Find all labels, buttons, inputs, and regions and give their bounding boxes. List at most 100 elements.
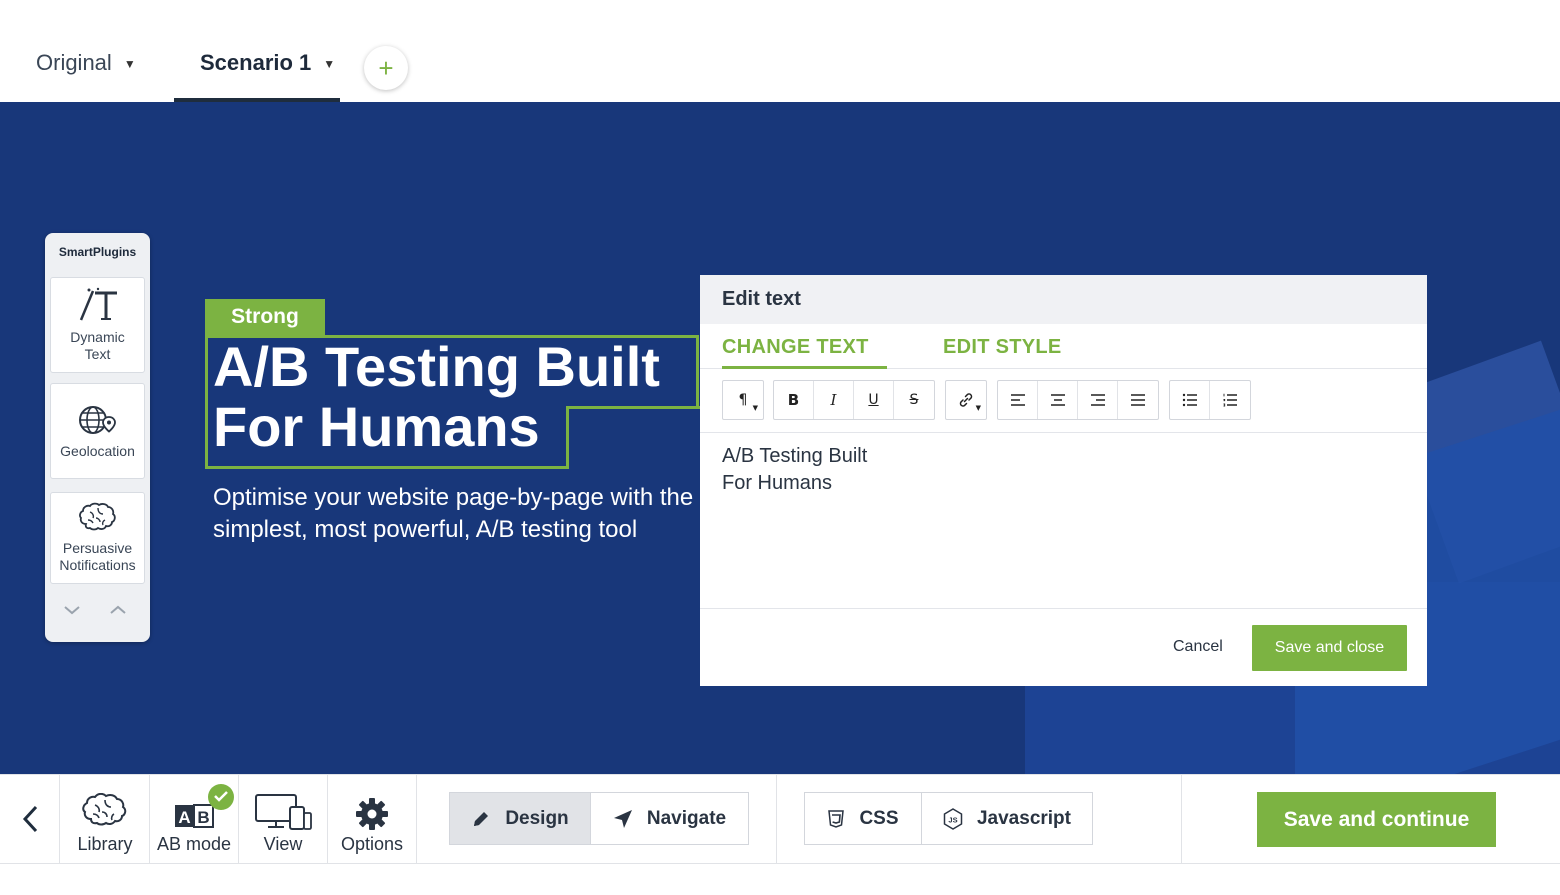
insert-link-button[interactable]: ▼ [946,381,986,419]
plus-icon: + [378,53,394,83]
editor-bottom-bar: Library A B AB mode View Options Design … [0,774,1560,864]
align-right-icon [1090,394,1105,406]
navigate-mode-button[interactable]: Navigate [591,793,748,844]
nodejs-icon: JS [943,807,963,830]
plugin-persuasive-notifications[interactable]: Persuasive Notifications [50,492,145,584]
navigate-label: Navigate [646,807,727,829]
underline-button[interactable]: U [854,381,894,419]
tab-scenario-1-label: Scenario 1 [200,50,312,75]
options-button[interactable]: Options [328,775,417,863]
list-group [1169,380,1251,420]
paragraph-icon: ¶ [738,392,748,408]
numbered-list-icon [1223,393,1237,407]
smart-plugins-panel: SmartPlugins Dynamic Text Geolocation Pe… [45,233,150,642]
divider [1181,775,1182,863]
plugin-label-line: Dynamic [70,329,125,345]
save-and-continue-button[interactable]: Save and continue [1257,792,1496,847]
view-label: View [263,834,303,854]
strikethrough-icon: S [909,392,919,408]
caret-down-icon: ▼ [323,57,336,71]
code-editors: CSS JS Javascript [804,792,1093,845]
bullet-list-button[interactable] [1170,381,1210,419]
svg-text:A: A [178,808,190,827]
options-label: Options [340,834,404,854]
hero-subtitle[interactable]: Optimise your website page-by-page with … [213,482,700,546]
tab-edit-style[interactable]: EDIT STYLE [943,336,1062,359]
hero-headline-line: A/B Testing Built [213,335,660,398]
javascript-label: Javascript [976,807,1071,829]
italic-icon: I [830,391,837,409]
ab-mode-icon: A B [175,804,214,828]
ab-mode-button[interactable]: A B AB mode [150,775,239,863]
devices-icon [255,794,312,830]
ab-mode-label: AB mode [156,834,232,854]
library-button[interactable]: Library [61,775,150,863]
plugin-geolocation[interactable]: Geolocation [50,383,145,479]
dynamic-text-icon [79,287,117,321]
library-label: Library [77,834,133,854]
add-scenario-button[interactable]: + [364,46,408,90]
mode-switch: Design Navigate [449,792,749,845]
plugins-scroll-up-button[interactable] [96,594,140,626]
paragraph-group: ¶ ▼ [722,380,764,420]
strikethrough-button[interactable]: S [894,381,934,419]
plugin-dynamic-text[interactable]: Dynamic Text [50,277,145,373]
paragraph-format-button[interactable]: ¶ ▼ [723,381,763,419]
globe-location-icon [78,405,116,434]
design-label: Design [505,807,569,829]
css-editor-button[interactable]: CSS [805,793,922,844]
align-center-icon [1050,394,1065,406]
bold-icon: B [787,391,800,409]
brain-icon [82,793,127,826]
bullet-list-icon [1182,393,1197,407]
align-center-button[interactable] [1038,381,1078,419]
css-label: CSS [859,807,899,829]
element-type-tag: Strong [205,299,325,335]
navigation-arrow-icon [613,809,632,828]
hero-headline[interactable]: A/B Testing Built For Humans [213,337,703,457]
editor-text-line: A/B Testing Built [722,445,868,467]
check-icon [208,784,234,810]
editor-text-line: For Humans [722,472,833,494]
link-group: ▼ [945,380,987,420]
pencil-icon [474,811,489,826]
text-editor-area[interactable]: A/B Testing Built For Humans [700,432,1427,609]
javascript-editor-button[interactable]: JS Javascript [922,793,1092,844]
align-justify-button[interactable] [1118,381,1158,419]
align-group [997,380,1159,420]
plugin-label-line: Text [84,346,111,362]
modal-title: Edit text [700,275,1427,324]
css-icon [828,809,845,828]
numbered-list-button[interactable] [1210,381,1250,419]
link-icon [959,393,973,407]
tab-scenario-1[interactable]: Scenario 1 ▼ [173,50,341,102]
align-left-button[interactable] [998,381,1038,419]
style-group: B I U S [773,380,935,420]
divider [776,775,777,863]
tab-original-label: Original [36,50,112,75]
bold-button[interactable]: B [774,381,814,419]
svg-text:JS: JS [948,815,957,824]
caret-down-icon: ▼ [752,404,758,412]
plugins-scroll-down-button[interactable] [50,594,94,626]
back-button[interactable] [0,775,60,863]
smart-plugins-title: SmartPlugins [58,245,137,259]
view-button[interactable]: View [239,775,328,863]
design-mode-button[interactable]: Design [450,793,591,844]
chevron-up-icon [110,605,126,614]
tab-change-text[interactable]: CHANGE TEXT [722,336,887,369]
hero-headline-line: For Humans [213,395,540,458]
page-preview: SmartPlugins Dynamic Text Geolocation Pe… [0,102,1560,774]
caret-down-icon: ▼ [975,404,981,412]
cancel-button[interactable]: Cancel [1173,638,1223,656]
chevron-left-icon [22,805,37,833]
plugin-label-line: Notifications [59,557,136,573]
brain-icon [78,502,116,531]
caret-down-icon: ▼ [123,57,136,71]
align-right-button[interactable] [1078,381,1118,419]
save-and-close-button[interactable]: Save and close [1252,625,1407,671]
tab-original[interactable]: Original ▼ [36,50,136,102]
italic-button[interactable]: I [814,381,854,419]
plugin-label-line: Geolocation [60,442,135,459]
scenario-tab-bar: Original ▼ Scenario 1 ▼ + [0,0,1560,102]
